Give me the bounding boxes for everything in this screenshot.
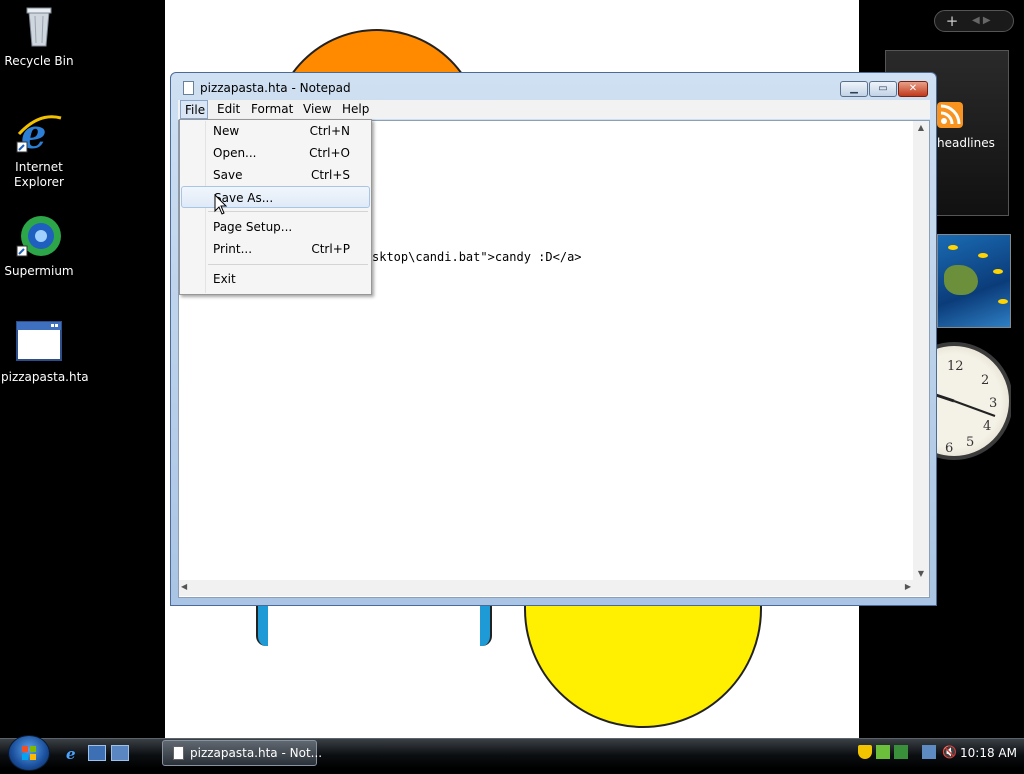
notepad-icon [173,746,184,760]
scroll-right-icon[interactable]: ▶ [905,580,911,594]
feed-gadget-label: headlines [937,136,995,150]
maximize-button[interactable]: ▭ [869,81,897,97]
menu-item-label: Page Setup... [213,220,293,234]
clock-gadget[interactable]: 12 2 3 4 5 6 [925,342,1011,462]
minimize-button[interactable]: ▁ [840,81,868,97]
fish-shape [978,253,988,258]
fish-shape [998,299,1008,304]
menu-item-open[interactable]: Open... Ctrl+O [181,142,370,164]
clock-face: 12 2 3 4 5 6 [925,342,1011,460]
taskbar-item-label: pizzapasta.hta - Not... [190,746,323,760]
fish-shape [993,269,1003,274]
menu-item-new[interactable]: New Ctrl+N [181,120,370,142]
desktop-icon-label: pizzapasta.hta [1,370,89,384]
menu-view[interactable]: View [299,100,335,119]
fish-shape [948,245,958,250]
switch-windows-icon[interactable] [111,745,129,761]
scroll-left-icon[interactable]: ◀ [181,580,187,594]
horizontal-scrollbar[interactable]: ◀ ▶ [179,580,913,596]
volume-muted-icon[interactable]: 🔇 [942,745,957,759]
tray-app-icon[interactable] [894,745,908,759]
tray-app-icon[interactable] [876,745,890,759]
slideshow-gadget[interactable] [937,234,1011,328]
clock-number: 6 [945,441,953,456]
taskbar-clock[interactable]: 10:18 AM [960,740,1017,766]
close-button[interactable]: ✕ [898,81,928,97]
editor-visible-text: sktop\candi.bat">candy :D</a> [372,250,582,264]
blue-shape-right [480,606,492,646]
add-gadget-icon[interactable]: + [944,13,960,29]
internet-explorer-icon: e [15,108,63,158]
start-button[interactable] [8,735,50,771]
menu-separator [208,211,368,212]
blue-shape-left [256,606,268,646]
menu-item-label: Save [213,168,243,182]
desktop-icon-recycle-bin[interactable]: Recycle Bin [1,2,77,69]
clock-number: 5 [966,435,974,450]
clock-number: 4 [983,419,991,434]
desktop-icon-pizzapasta[interactable]: pizzapasta.hta [1,318,89,385]
menu-item-shortcut: Ctrl+O [309,146,350,160]
vertical-scrollbar[interactable]: ▲ ▼ [913,121,929,581]
mouse-cursor-icon [214,193,230,216]
clock-number: 2 [981,373,989,388]
menu-item-shortcut: Ctrl+N [309,124,350,138]
menu-item-save[interactable]: Save Ctrl+S [181,164,370,186]
menu-help[interactable]: Help [338,100,373,119]
supermium-icon [15,212,63,260]
clock-number: 12 [947,359,964,374]
notepad-icon [183,81,194,95]
hta-application-icon [15,318,63,366]
desktop-icon-supermium[interactable]: Supermium [1,212,77,279]
menu-edit[interactable]: Edit [213,100,244,119]
security-shield-icon[interactable] [858,745,872,759]
scroll-down-icon[interactable]: ▼ [913,567,929,581]
window-title: pizzapasta.hta - Notepad [200,81,351,95]
menu-item-label: New [213,124,240,138]
desktop-icon-label: Supermium [4,264,74,278]
menu-item-shortcut: Ctrl+P [311,242,350,256]
menu-item-label: Print... [213,242,253,256]
scroll-up-icon[interactable]: ▲ [913,121,929,135]
svg-text:e: e [66,745,76,761]
menu-item-shortcut: Ctrl+S [310,168,350,182]
clock-number: 3 [989,396,997,411]
desktop-icon-label: Internet Explorer [14,160,64,189]
menu-file[interactable]: File [180,100,208,119]
network-icon[interactable] [922,745,936,759]
sidebar-nav-arrows[interactable]: ◀ ▶ [972,13,1006,29]
menu-item-page-setup[interactable]: Page Setup... [181,216,370,238]
menu-item-label: Exit [213,272,236,286]
menu-separator [208,264,368,265]
desktop-icon-internet-explorer[interactable]: e Internet Explorer [1,108,77,190]
show-desktop-icon[interactable] [88,745,106,761]
quicklaunch-ie-icon[interactable]: e [64,745,82,763]
menu-format[interactable]: Format [247,100,297,119]
desktop-icon-label: Recycle Bin [4,54,74,68]
resize-grip[interactable] [913,580,929,596]
menu-item-save-as[interactable]: Save As... [181,186,370,208]
rss-icon [937,102,963,128]
sea-turtle-shape [944,265,978,295]
menu-item-exit[interactable]: Exit [181,268,370,290]
menu-item-print[interactable]: Print... Ctrl+P [181,238,370,260]
menu-item-label: Open... [213,146,257,160]
recycle-bin-icon [15,2,63,50]
